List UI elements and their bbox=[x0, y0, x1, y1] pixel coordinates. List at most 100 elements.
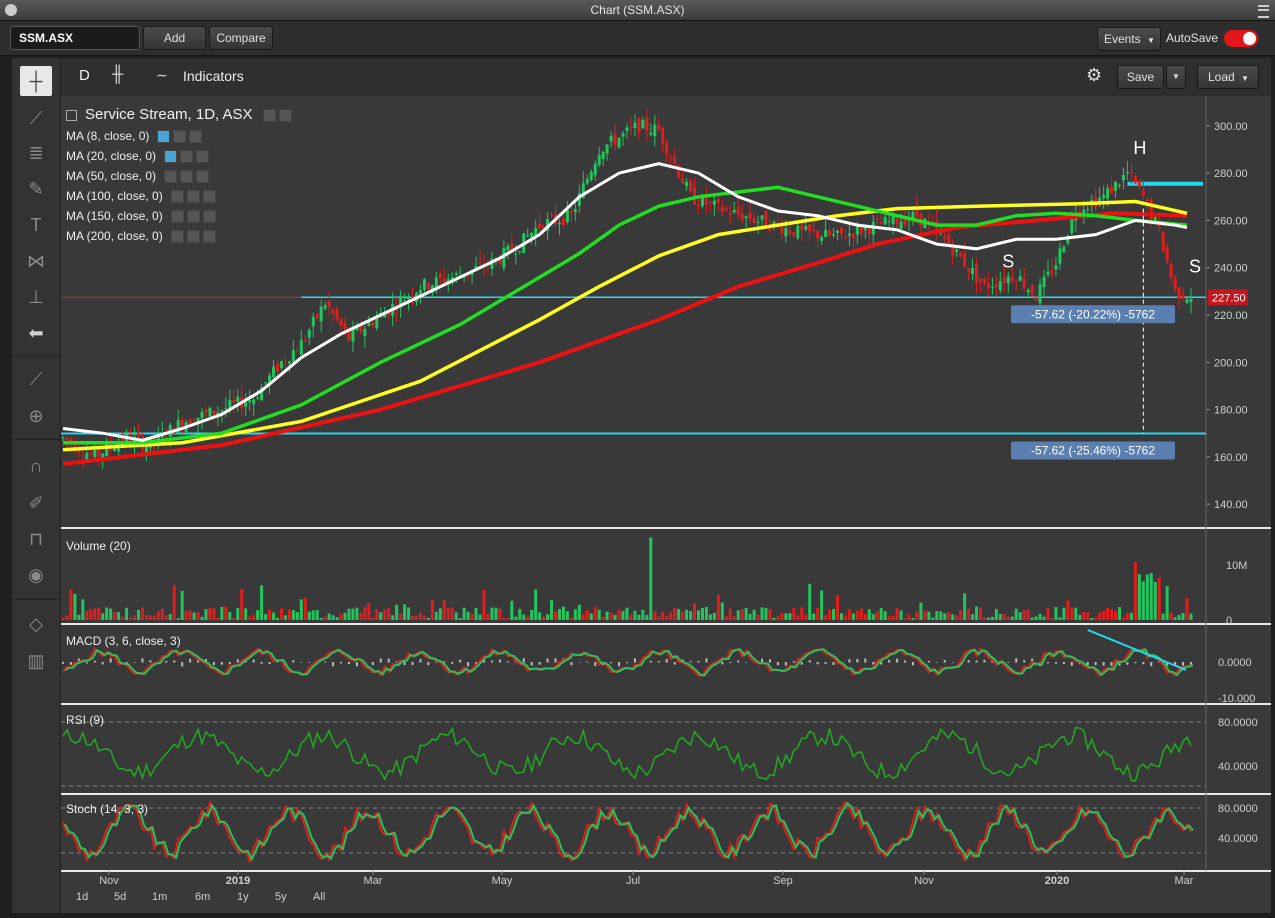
close-icon[interactable] bbox=[196, 149, 210, 163]
save-button[interactable]: Save bbox=[1117, 65, 1164, 89]
volume-bar bbox=[919, 602, 923, 620]
settings-icon[interactable] bbox=[180, 149, 194, 163]
volume-bar bbox=[867, 609, 871, 620]
measure-box-2-text: -57.62 (-25.46%) -5762 bbox=[1031, 443, 1155, 457]
settings-icon[interactable] bbox=[186, 229, 200, 243]
autosave-toggle[interactable] bbox=[1224, 30, 1258, 47]
volume-bar bbox=[232, 618, 236, 620]
eye-icon[interactable] bbox=[170, 189, 184, 203]
eye-icon[interactable] bbox=[157, 129, 171, 143]
volume-bar bbox=[1114, 610, 1118, 620]
zoom-icon[interactable]: ⊕ bbox=[20, 401, 52, 431]
range-5y[interactable]: 5y bbox=[275, 891, 287, 903]
volume-bar bbox=[569, 617, 573, 620]
eye-icon[interactable] bbox=[170, 229, 184, 243]
compare-button[interactable]: Compare bbox=[209, 26, 273, 50]
settings-icon[interactable] bbox=[186, 209, 200, 223]
collapse-icon[interactable] bbox=[66, 109, 77, 121]
trash-icon[interactable]: ▥ bbox=[20, 646, 52, 676]
arrow-left-icon[interactable]: ⬅ bbox=[20, 318, 52, 348]
close-icon[interactable] bbox=[202, 229, 216, 243]
indicators-icon[interactable]: ∼ bbox=[156, 67, 168, 84]
close-icon[interactable] bbox=[202, 189, 216, 203]
indicators-button[interactable]: Indicators bbox=[183, 68, 244, 84]
candle-body bbox=[303, 339, 307, 341]
candle-body bbox=[605, 144, 609, 154]
volume-bar bbox=[986, 617, 990, 620]
candle-body bbox=[272, 366, 276, 378]
fib-icon[interactable]: ≣ bbox=[20, 138, 52, 168]
pencil-lock-icon[interactable]: ✐ bbox=[20, 488, 52, 518]
candle-body bbox=[295, 351, 299, 353]
settings-icon[interactable] bbox=[278, 108, 292, 122]
macd-hist-bar bbox=[149, 660, 152, 663]
range-1d[interactable]: 1d bbox=[76, 891, 88, 903]
period-button[interactable]: D bbox=[79, 67, 90, 84]
eye-icon[interactable] bbox=[164, 149, 178, 163]
events-dropdown[interactable]: Events ▼ bbox=[1097, 27, 1161, 51]
volume-bar bbox=[474, 608, 478, 620]
close-icon[interactable] bbox=[196, 169, 210, 183]
volume-bar bbox=[1125, 613, 1129, 620]
volume-bar bbox=[538, 612, 542, 620]
eye-icon[interactable]: ◉ bbox=[20, 560, 52, 590]
range-6m[interactable]: 6m bbox=[195, 891, 210, 903]
volume-bar bbox=[283, 615, 287, 620]
add-button[interactable]: Add bbox=[143, 26, 206, 50]
ruler-icon[interactable]: ⟋ bbox=[20, 364, 52, 394]
candle-body bbox=[1161, 231, 1165, 252]
macd-hist-bar bbox=[490, 660, 493, 663]
measure-icon[interactable]: ⊥ bbox=[20, 282, 52, 312]
macd-hist-bar bbox=[236, 659, 239, 663]
candle-body bbox=[990, 286, 994, 288]
macd-hist-bar bbox=[332, 662, 335, 667]
trendline-icon[interactable]: ⟋ bbox=[20, 103, 52, 133]
settings-icon[interactable] bbox=[180, 169, 194, 183]
volume-bar bbox=[843, 615, 847, 620]
volume-bar bbox=[458, 618, 462, 620]
y-tick-label: 300.00 bbox=[1214, 121, 1248, 133]
volume-bar bbox=[573, 609, 577, 620]
close-icon[interactable] bbox=[202, 209, 216, 223]
save-menu-chevron-icon[interactable]: ▼ bbox=[1166, 65, 1186, 89]
range-1y[interactable]: 1y bbox=[237, 891, 249, 903]
settings-icon[interactable] bbox=[173, 129, 187, 143]
candle-body bbox=[955, 249, 959, 252]
autosave-label: AutoSave bbox=[1166, 31, 1219, 45]
eye-icon[interactable] bbox=[164, 169, 178, 183]
close-icon[interactable] bbox=[189, 129, 203, 143]
chart-area[interactable]: 140.00 160.00 180.00 200.00 220.00 240.00 260.… bbox=[61, 96, 1271, 913]
candle-body bbox=[1121, 174, 1125, 181]
lock-icon[interactable]: ⊓ bbox=[20, 524, 52, 554]
volume-bar bbox=[339, 613, 343, 620]
candle-body bbox=[244, 402, 248, 407]
volume-panel-title: Volume (20) bbox=[66, 539, 131, 553]
load-dropdown[interactable]: Load ▼ bbox=[1197, 65, 1259, 89]
gear-icon[interactable]: ⚙ bbox=[1086, 65, 1102, 86]
volume-tick-label: 10M bbox=[1226, 560, 1247, 572]
macd-hist-bar bbox=[395, 661, 398, 663]
window-menu-icon[interactable] bbox=[1258, 5, 1269, 18]
settings-icon[interactable] bbox=[186, 189, 200, 203]
eye-icon[interactable] bbox=[170, 209, 184, 223]
macd-hist-bar bbox=[1070, 662, 1073, 666]
symbol-input[interactable]: SSM.ASX bbox=[10, 26, 140, 50]
volume-bar bbox=[1026, 609, 1030, 620]
candle-body bbox=[208, 407, 212, 417]
range-all[interactable]: All bbox=[313, 891, 325, 903]
range-1m[interactable]: 1m bbox=[152, 891, 167, 903]
chart-type-icon[interactable]: ╫ bbox=[112, 66, 123, 84]
volume-bar bbox=[565, 611, 569, 620]
magnet-icon[interactable]: ∩ bbox=[20, 451, 52, 481]
range-5d[interactable]: 5d bbox=[114, 891, 126, 903]
brush-icon[interactable]: ✎ bbox=[20, 174, 52, 204]
candle-body bbox=[1189, 299, 1193, 303]
volume-bar bbox=[506, 617, 510, 620]
layers-icon[interactable]: ◇ bbox=[20, 609, 52, 639]
y-tick-label: 220.00 bbox=[1214, 310, 1248, 322]
candle-body bbox=[93, 449, 97, 457]
crosshair-icon[interactable]: ┼ bbox=[20, 66, 52, 96]
text-icon[interactable]: T bbox=[20, 210, 52, 240]
settings-icon[interactable] bbox=[262, 108, 276, 122]
pattern-icon[interactable]: ⋈ bbox=[20, 246, 52, 276]
